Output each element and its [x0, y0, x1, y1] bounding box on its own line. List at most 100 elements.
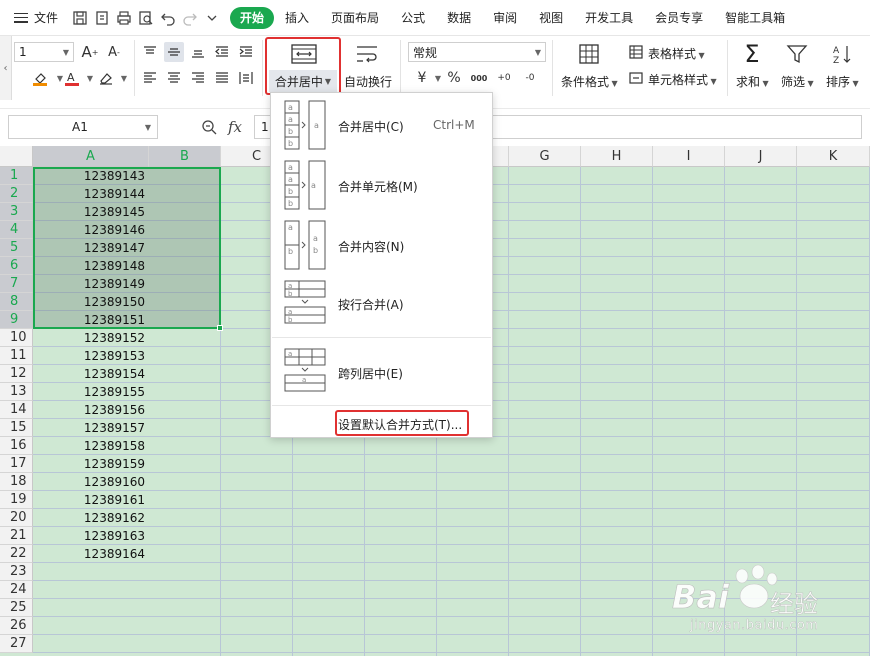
wrap-text-icon[interactable] — [353, 42, 381, 66]
cell-a[interactable]: 12389161 — [33, 491, 149, 509]
cell-a[interactable]: 12389155 — [33, 383, 149, 401]
cell-a[interactable]: 12389149 — [33, 275, 149, 293]
increase-decimal-button[interactable]: +0 — [494, 68, 514, 88]
row-header[interactable]: 13 — [0, 383, 33, 401]
save-icon[interactable] — [72, 10, 88, 26]
distributed-align-icon[interactable] — [236, 68, 256, 88]
menu-item-center-across-columns[interactable]: a a 跨列居中(E) — [271, 345, 492, 401]
row-header[interactable]: 20 — [0, 509, 33, 527]
tab-formulas[interactable]: 公式 — [390, 7, 436, 29]
thousands-separator-button[interactable]: 000 — [469, 68, 489, 88]
column-header-i[interactable]: I — [653, 146, 725, 167]
row-header[interactable]: 16 — [0, 437, 33, 455]
row-header[interactable]: 19 — [0, 491, 33, 509]
cell-a[interactable]: 12389157 — [33, 419, 149, 437]
row-header[interactable]: 26 — [0, 617, 33, 635]
row-header[interactable]: 24 — [0, 581, 33, 599]
fill-color-icon[interactable] — [30, 68, 50, 88]
row-header[interactable]: 15 — [0, 419, 33, 437]
tab-data[interactable]: 数据 — [436, 7, 482, 29]
align-right-icon[interactable] — [188, 68, 208, 88]
menu-item-merge-content[interactable]: ab ab 合并内容(N) — [271, 219, 492, 275]
row-header[interactable]: 7 — [0, 275, 33, 293]
cell-a[interactable]: 12389159 — [33, 455, 149, 473]
cell-a[interactable]: 12389145 — [33, 203, 149, 221]
cell-a[interactable]: 12389160 — [33, 473, 149, 491]
clear-format-dropdown-icon[interactable]: ▼ — [114, 68, 134, 88]
row-header[interactable]: 3 — [0, 203, 33, 221]
sum-button[interactable]: 求和 ▼ — [736, 73, 769, 90]
redo-icon[interactable] — [182, 10, 198, 26]
cell-a[interactable]: 12389143 — [33, 167, 149, 185]
font-color-icon[interactable]: A — [62, 68, 82, 88]
decrease-indent-icon[interactable] — [212, 42, 232, 62]
conditional-format-icon[interactable] — [575, 42, 603, 66]
cell-a[interactable]: 12389154 — [33, 365, 149, 383]
select-all-corner[interactable] — [0, 146, 33, 167]
cell-a[interactable]: 12389158 — [33, 437, 149, 455]
cell-style-icon[interactable] — [626, 68, 646, 88]
row-header[interactable]: 12 — [0, 365, 33, 383]
tab-developer[interactable]: 开发工具 — [574, 7, 644, 29]
sort-icon[interactable]: AZ — [828, 42, 856, 66]
row-header[interactable]: 14 — [0, 401, 33, 419]
tab-home[interactable]: 开始 — [230, 6, 275, 29]
tab-insert[interactable]: 插入 — [274, 7, 320, 29]
column-header-k[interactable]: K — [797, 146, 870, 167]
sort-button[interactable]: 排序 ▼ — [826, 73, 859, 90]
tab-review[interactable]: 审阅 — [482, 7, 528, 29]
print-preview-icon[interactable] — [138, 10, 154, 26]
cell-a[interactable]: 12389150 — [33, 293, 149, 311]
column-header-g[interactable]: G — [509, 146, 581, 167]
font-grow-button[interactable]: A + — [80, 42, 100, 62]
row-header[interactable]: 17 — [0, 455, 33, 473]
tab-smart-toolbox[interactable]: 智能工具箱 — [714, 7, 796, 29]
undo-icon[interactable] — [160, 10, 176, 26]
decrease-decimal-button[interactable]: -0 — [520, 68, 540, 88]
tab-page-layout[interactable]: 页面布局 — [320, 7, 390, 29]
insert-function-icon[interactable]: fx — [228, 118, 242, 136]
clear-format-icon[interactable] — [96, 68, 116, 88]
column-header-b[interactable]: B — [149, 146, 221, 167]
print-icon[interactable] — [116, 10, 132, 26]
file-menu[interactable]: 文件 — [0, 9, 72, 26]
cell-a[interactable]: 12389147 — [33, 239, 149, 257]
conditional-format-button[interactable]: 条件格式 ▼ — [561, 73, 618, 90]
menu-item-merge-cells[interactable]: aabb a 合并单元格(M) — [271, 159, 492, 215]
wrap-text-button[interactable]: 自动换行 — [344, 73, 392, 90]
cell-a[interactable]: 12389148 — [33, 257, 149, 275]
align-middle-icon[interactable] — [164, 42, 184, 62]
row-header[interactable]: 4 — [0, 221, 33, 239]
column-header-j[interactable]: J — [725, 146, 797, 167]
menu-item-merge-center[interactable]: aabb a 合并居中(C) Ctrl+M — [271, 99, 492, 155]
cell-a[interactable]: 12389163 — [33, 527, 149, 545]
number-format-select[interactable]: 常规 ▼ — [408, 42, 546, 62]
ribbon-scroll-left-icon[interactable]: ‹ — [0, 36, 12, 100]
row-header[interactable]: 10 — [0, 329, 33, 347]
row-header[interactable]: 18 — [0, 473, 33, 491]
row-header[interactable]: 25 — [0, 599, 33, 617]
align-left-icon[interactable] — [140, 68, 160, 88]
customize-toolbar-icon[interactable] — [204, 10, 220, 26]
fill-handle[interactable] — [217, 325, 223, 331]
row-header[interactable]: 5 — [0, 239, 33, 257]
percent-button[interactable]: % — [444, 68, 464, 88]
justify-icon[interactable] — [212, 68, 232, 88]
row-header[interactable]: 9 — [0, 311, 33, 329]
cell-style-button[interactable]: 单元格样式 ▼ — [648, 71, 717, 88]
sum-icon[interactable]: Σ — [738, 40, 766, 68]
font-size-select[interactable]: 1 ▼ — [14, 42, 74, 62]
name-box[interactable]: A1 ▼ — [8, 115, 158, 139]
cell-a[interactable]: 12389151 — [33, 311, 149, 329]
filter-button[interactable]: 筛选 ▼ — [781, 73, 814, 90]
cell-a[interactable]: 12389144 — [33, 185, 149, 203]
align-top-icon[interactable] — [140, 42, 160, 62]
column-header-a[interactable]: A — [33, 146, 149, 167]
export-pdf-icon[interactable] — [94, 10, 110, 26]
cell-a[interactable]: 12389164 — [33, 545, 149, 563]
zoom-icon[interactable] — [201, 119, 217, 135]
column-header-h[interactable]: H — [581, 146, 653, 167]
row-header[interactable]: 1 — [0, 167, 33, 185]
align-bottom-icon[interactable] — [188, 42, 208, 62]
row-header[interactable]: 21 — [0, 527, 33, 545]
